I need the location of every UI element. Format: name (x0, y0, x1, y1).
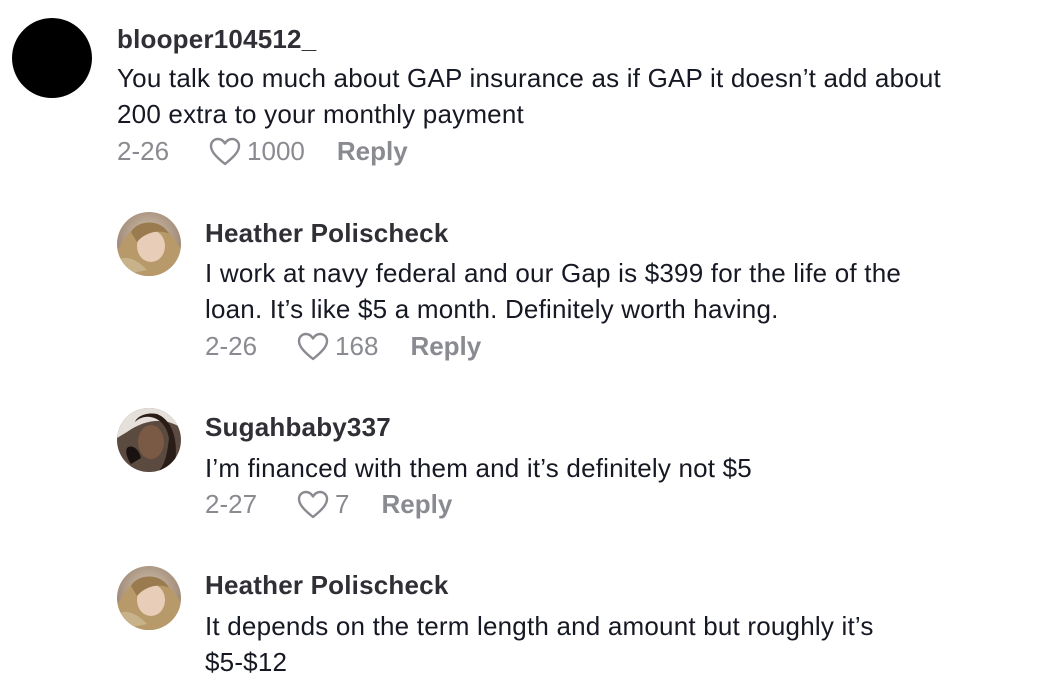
comment-text-line: You talk too much about GAP insurance as… (117, 63, 941, 93)
reply-button[interactable]: Reply (382, 489, 453, 520)
comment-username[interactable]: blooper104512_ (117, 24, 316, 55)
like-button[interactable]: 168 (297, 331, 378, 362)
like-button[interactable]: 7 (297, 489, 350, 520)
comment-date: 2-26 (205, 331, 258, 361)
avatar[interactable] (12, 18, 92, 98)
comment-username[interactable]: Sugahbaby337 (205, 412, 391, 443)
avatar[interactable] (117, 212, 181, 276)
comment-username[interactable]: Heather Polischeck (205, 570, 449, 601)
comment-text-line: It depends on the term length and amount… (205, 611, 874, 641)
comment-text-line: loan. It’s like $5 a month. Definitely w… (205, 294, 779, 324)
comment-date: 2-26 (117, 136, 170, 166)
avatar[interactable] (117, 566, 181, 630)
comment-username[interactable]: Heather Polischeck (205, 218, 449, 249)
comment-item: blooper104512_ You talk too much about G… (0, 0, 1052, 190)
reply-item: Heather Polischeck It depends on the ter… (0, 560, 1052, 688)
comment-date: 2-27 (205, 489, 258, 519)
heart-icon (297, 490, 329, 518)
reply-item: Sugahbaby337 I’m financed with them and … (0, 400, 1052, 540)
like-count: 168 (335, 331, 379, 361)
comment-meta: 2-27 7 Reply (205, 489, 452, 520)
heart-icon (209, 137, 241, 165)
like-count: 1000 (247, 136, 305, 166)
comment-text-line: $5-$12 (205, 647, 288, 677)
comment-text-line: I’m financed with them and it’s definite… (205, 453, 752, 483)
comment-meta: 2-26 168 Reply (205, 331, 481, 362)
comment-text-line: I work at navy federal and our Gap is $3… (205, 258, 902, 288)
heart-icon (297, 332, 329, 360)
like-count: 7 (335, 489, 350, 519)
comment-text-line: 200 extra to your monthly payment (117, 99, 524, 129)
reply-item: Heather Polischeck I work at navy federa… (0, 200, 1052, 380)
reply-button[interactable]: Reply (410, 331, 481, 362)
like-button[interactable]: 1000 (209, 136, 305, 167)
avatar[interactable] (117, 408, 181, 472)
comment-meta: 2-26 1000 Reply (117, 136, 408, 167)
reply-button[interactable]: Reply (337, 136, 408, 167)
